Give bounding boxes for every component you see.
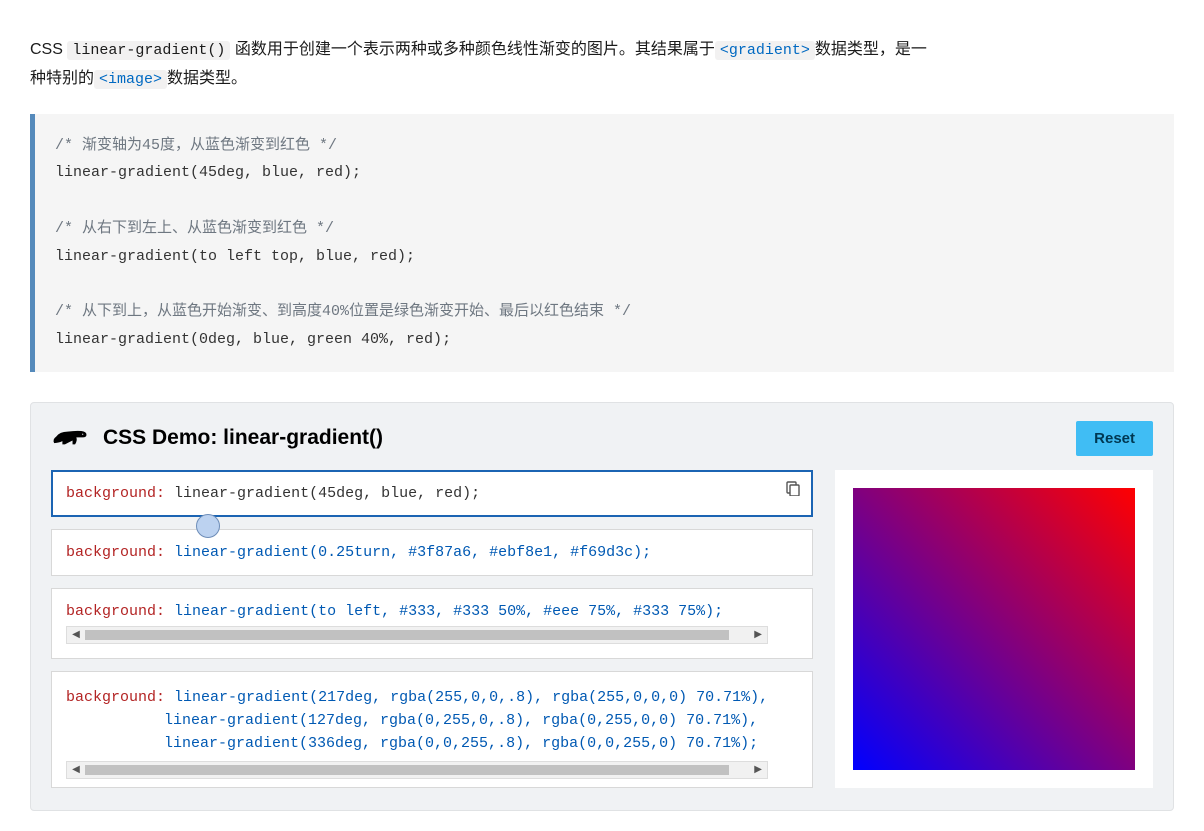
c4-l3args: (336deg, rgba(0,0,255,.8), rgba(0,0,255,… [299,735,758,752]
c4-l2fn: linear-gradient [164,712,299,729]
c2-fn: linear-gradient [174,544,309,561]
c1-prop: background: [66,485,165,502]
choice-3[interactable]: background: linear-gradient(to left, #33… [51,588,813,659]
scroll-right-icon[interactable]: ▶ [749,763,767,779]
cb-c1: /* 渐变轴为45度，从蓝色渐变到红色 */ [55,137,337,154]
image-type-link[interactable]: <image> [94,70,167,89]
intro-m3: 数据类型。 [167,70,247,87]
c2-prop: background: [66,544,165,561]
c4-l3fn: linear-gradient [164,735,299,752]
cb-l1: linear-gradient(45deg, blue, red); [55,164,361,181]
h-scrollbar-4[interactable]: ◀ ▶ [66,761,768,779]
c4-l1args: (217deg, rgba(255,0,0,.8), rgba(255,0,0,… [309,689,768,706]
scroll-left-icon[interactable]: ◀ [67,629,85,641]
scroll-left-icon[interactable]: ◀ [67,763,85,779]
scroll-thumb[interactable] [85,630,729,640]
intro-m1: 函数用于创建一个表示两种或多种颜色线性渐变的图片。其结果属于 [230,41,714,58]
c2-args: (0.25turn, #3f87a6, #ebf8e1, #f69d3c); [309,544,651,561]
syntax-code-block: /* 渐变轴为45度，从蓝色渐变到红色 */ linear-gradient(4… [30,114,1174,372]
choice-4[interactable]: background: linear-gradient(217deg, rgba… [51,671,813,789]
intro-pre: CSS [30,41,67,58]
c1-args: (45deg, blue, red); [309,485,480,502]
intro-paragraph: CSS linear-gradient() 函数用于创建一个表示两种或多种颜色线… [30,36,930,94]
c4-prop: background: [66,689,165,706]
choice-1[interactable]: background: linear-gradient(45deg, blue,… [51,470,813,517]
scroll-thumb[interactable] [85,765,729,775]
preview-pane [835,470,1153,789]
c3-prop: background: [66,603,165,620]
choice-2[interactable]: background: linear-gradient(0.25turn, #3… [51,529,813,576]
copy-icon[interactable] [785,480,801,496]
cb-c3: /* 从下到上，从蓝色开始渐变、到高度40%位置是绿色渐变开始、最后以红色结束 … [55,303,631,320]
scroll-right-icon[interactable]: ▶ [749,629,767,641]
cb-l3: linear-gradient(0deg, blue, green 40%, r… [55,331,451,348]
c4-l2args: (127deg, rgba(0,255,0,.8), rgba(0,255,0,… [299,712,758,729]
c1-fn: linear-gradient [174,485,309,502]
c3-fn: linear-gradient [174,603,309,620]
c3-args: (to left, #333, #333 50%, #eee 75%, #333… [309,603,723,620]
reset-button[interactable]: Reset [1076,421,1153,456]
cb-l2: linear-gradient(to left top, blue, red); [55,248,415,265]
c4-l1fn: linear-gradient [174,689,309,706]
demo-header: CSS Demo: linear-gradient() Reset [51,421,1153,456]
cursor-indicator [196,514,220,538]
choices-column: background: linear-gradient(45deg, blue,… [51,470,813,789]
h-scrollbar-3[interactable]: ◀ ▶ [66,626,768,644]
gradient-type-link[interactable]: <gradient> [715,41,815,60]
func-code: linear-gradient() [67,41,230,60]
cb-c2: /* 从右下到左上、从蓝色渐变到红色 */ [55,220,334,237]
demo-panel: CSS Demo: linear-gradient() Reset backgr… [30,402,1174,812]
dino-logo-icon [51,425,89,451]
gradient-swatch [853,488,1135,771]
demo-title: CSS Demo: linear-gradient() [103,426,383,450]
